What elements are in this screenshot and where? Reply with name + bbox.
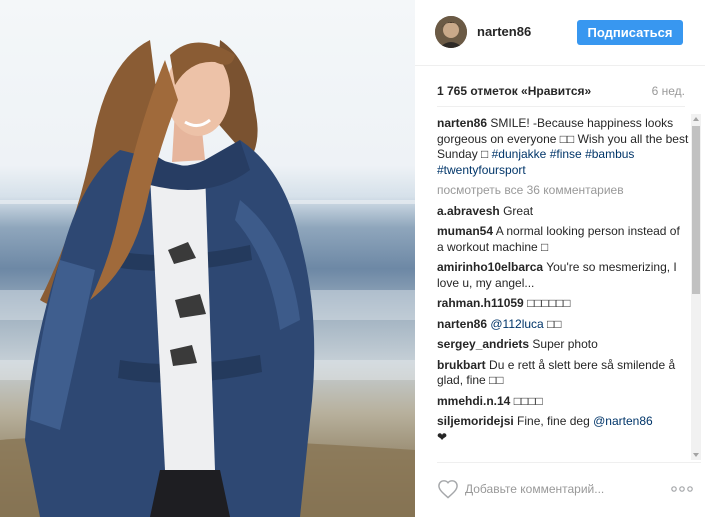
comment-username[interactable]: narten86 xyxy=(437,317,487,331)
scroll-up-icon[interactable] xyxy=(691,114,701,124)
scroll-down-icon[interactable] xyxy=(691,450,701,460)
comment-username[interactable]: mmehdi.n.14 xyxy=(437,394,510,408)
comment-text: □□□□ xyxy=(513,393,543,408)
ellipsis-icon[interactable] xyxy=(671,485,693,493)
comment-text: Fine, fine deg xyxy=(517,414,594,428)
comment-input[interactable] xyxy=(465,478,633,500)
comment-item: narten86 @112luca □□ xyxy=(437,317,689,333)
comment-username[interactable]: amirinho10elbarca xyxy=(437,260,543,274)
comment-text: □□□□□□ xyxy=(527,296,571,310)
comment-username[interactable]: sergey_andriets xyxy=(437,337,529,351)
comment-item: sergey_andriets Super photo xyxy=(437,337,689,353)
avatar[interactable] xyxy=(435,16,467,48)
post-photo-illustration xyxy=(0,40,415,517)
mention-link[interactable]: @narten86 xyxy=(593,414,653,428)
comment-item: muman54 A normal looking person instead … xyxy=(437,224,689,255)
comment-text: Great xyxy=(503,203,534,218)
load-more-comments-link[interactable]: посмотреть все 36 комментариев xyxy=(437,183,689,199)
comment-username[interactable]: rahman.h11059 xyxy=(437,296,524,310)
comments-list[interactable]: narten86 SMILE! -Because happiness looks… xyxy=(437,116,689,456)
caption: narten86 SMILE! -Because happiness looks… xyxy=(437,116,689,178)
comment-bar xyxy=(437,462,701,515)
heart-emoji: ❤ xyxy=(437,429,448,444)
comment-username[interactable]: siljemoridejsi xyxy=(437,414,514,428)
mention-link[interactable]: @112luca xyxy=(490,317,543,331)
post-header: narten86 Подписаться xyxy=(415,0,705,66)
hashtag-link[interactable]: #dunjakke xyxy=(492,147,547,161)
comment-item: amirinho10elbarca You're so mesmerizing,… xyxy=(437,260,689,291)
comment-text: Super photo xyxy=(532,337,598,351)
post-stats: 1 765 отметок «Нравится» 6 нед. xyxy=(437,84,685,100)
username-link[interactable]: narten86 xyxy=(477,24,531,39)
likes-count[interactable]: 1 765 отметок «Нравится» xyxy=(437,84,591,98)
comment-item: a.abravesh Great xyxy=(437,204,689,220)
comment-username[interactable]: brukbart xyxy=(437,358,486,372)
hashtag-link[interactable]: #twentyfoursport xyxy=(437,163,526,177)
post-sidebar: narten86 Подписаться 1 765 отметок «Нрав… xyxy=(415,0,705,517)
hashtag-link[interactable]: #finse xyxy=(550,147,582,161)
scrollbar-thumb[interactable] xyxy=(692,126,700,294)
post-age[interactable]: 6 нед. xyxy=(652,84,685,98)
avatar-image xyxy=(435,16,467,48)
comment-item: siljemoridejsi Fine, fine deg @narten86 … xyxy=(437,414,689,445)
caption-username[interactable]: narten86 xyxy=(437,116,487,130)
comments-scrollbar[interactable] xyxy=(691,114,701,460)
comment-item: rahman.h11059 □□□□□□ xyxy=(437,296,689,312)
heart-outline-icon[interactable] xyxy=(437,479,459,499)
comment-username[interactable]: muman54 xyxy=(437,224,493,238)
instagram-post: narten86 Подписаться 1 765 отметок «Нрав… xyxy=(0,0,705,517)
comment-username[interactable]: a.abravesh xyxy=(437,204,500,218)
hashtag-link[interactable]: #bambus xyxy=(585,147,634,161)
post-photo[interactable] xyxy=(0,0,415,517)
follow-button[interactable]: Подписаться xyxy=(577,20,683,45)
divider xyxy=(437,106,685,107)
comment-text: □□ xyxy=(543,316,562,331)
comment-item: brukbart Du e rett å slett bere så smile… xyxy=(437,358,689,389)
comment-item: mmehdi.n.14 □□□□ xyxy=(437,394,689,410)
